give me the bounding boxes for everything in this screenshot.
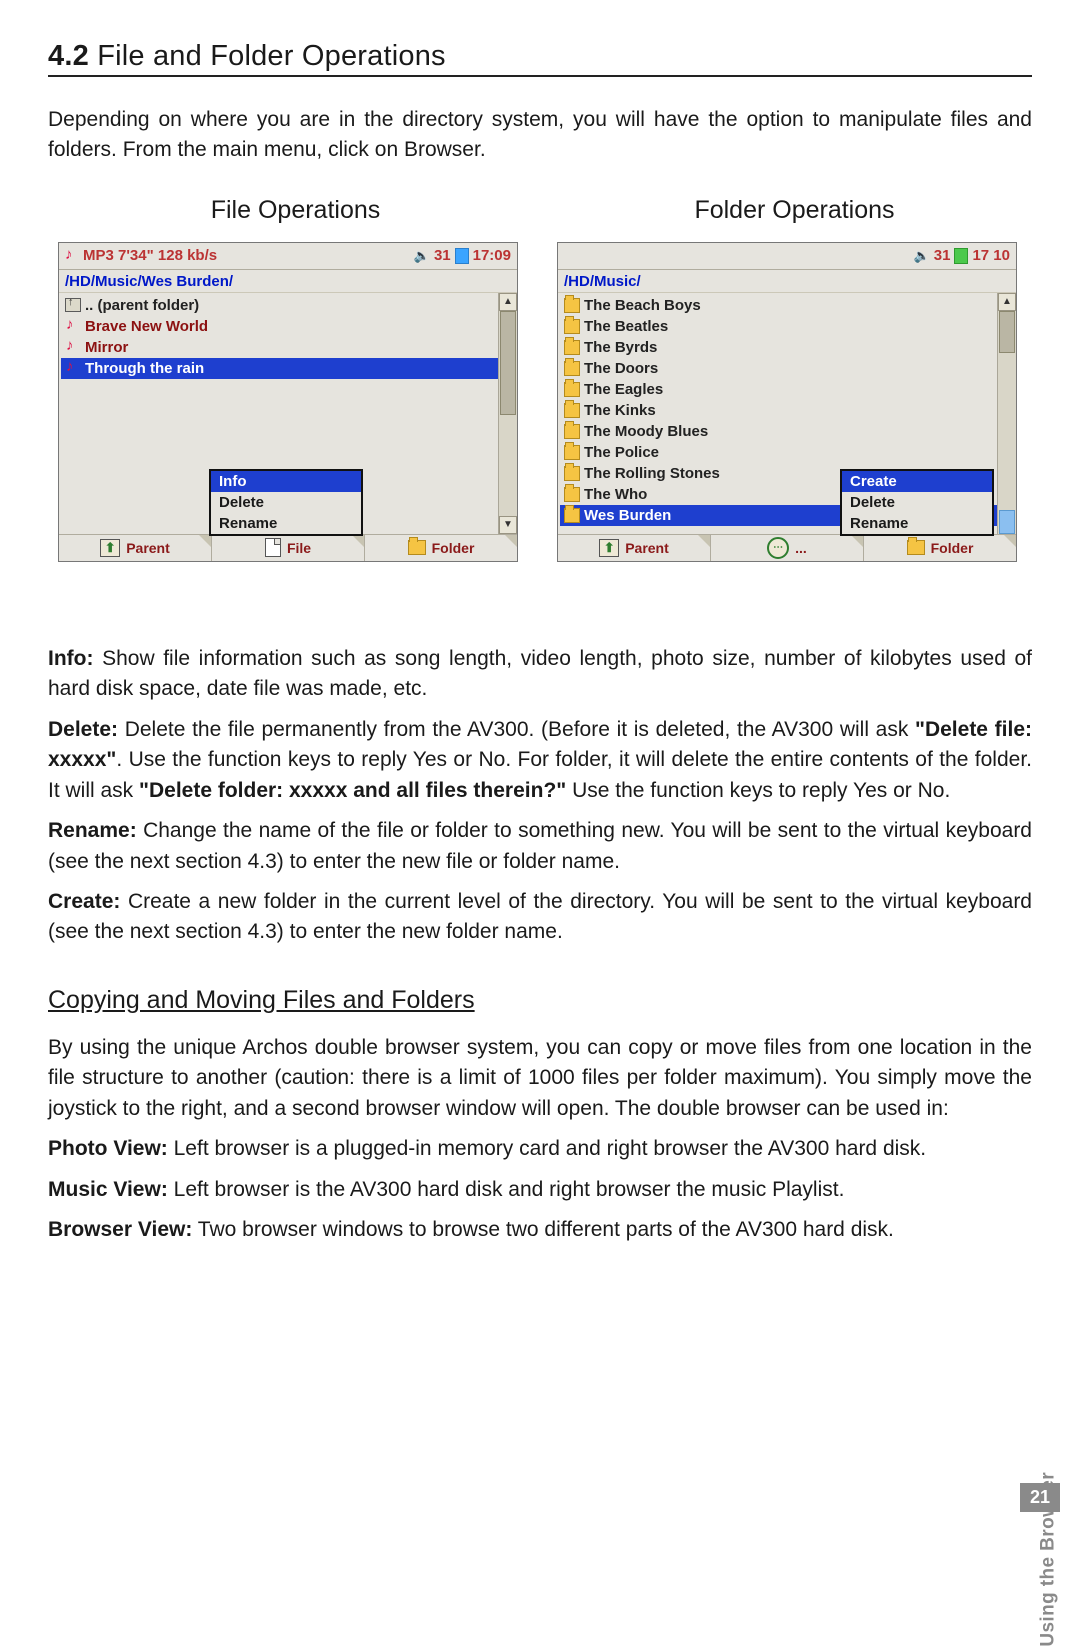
def-delete: Delete: Delete the file permanently from…	[48, 715, 1032, 806]
folder-icon	[564, 361, 580, 376]
music-note-icon	[66, 360, 80, 376]
list-item[interactable]: Mirror	[61, 337, 498, 358]
list-item[interactable]: The Byrds	[560, 337, 997, 358]
folder-icon	[564, 487, 580, 502]
copy-intro: By using the unique Archos double browse…	[48, 1033, 1032, 1124]
scrollbar[interactable]: ▲ ▼	[498, 293, 517, 534]
status-mp3-info: MP3 7'34" 128 kb/s	[83, 247, 217, 264]
scrollbar[interactable]: ▲	[997, 293, 1016, 534]
list-item[interactable]: Through the rain	[61, 358, 498, 379]
speaker-icon: 🔈	[914, 248, 930, 264]
menu-item[interactable]: Delete	[211, 492, 361, 513]
list-item-label: .. (parent folder)	[85, 297, 199, 314]
folder-icon	[564, 508, 580, 523]
battery-percent: 31	[934, 247, 951, 264]
list-item[interactable]: The Beach Boys	[560, 295, 997, 316]
parent-button[interactable]: ⬆ Parent	[59, 535, 212, 561]
folder-button[interactable]: Folder	[365, 535, 517, 561]
music-note-icon	[66, 339, 80, 355]
folder-icon	[564, 466, 580, 481]
folder-context-menu[interactable]: CreateDeleteRename	[840, 469, 994, 536]
list-item[interactable]: The Kinks	[560, 400, 997, 421]
scroll-up-icon[interactable]: ▲	[998, 293, 1016, 311]
folder-icon	[564, 340, 580, 355]
battery-icon	[455, 248, 469, 264]
music-note-icon	[65, 248, 79, 264]
menu-item[interactable]: Info	[211, 471, 361, 492]
list-item[interactable]: .. (parent folder)	[61, 295, 498, 316]
list-item-label: Through the rain	[85, 360, 204, 377]
file-ops-screenshot: MP3 7'34" 128 kb/s 🔈 31 17:09 /HD/Music/…	[58, 242, 518, 562]
folder-icon	[564, 298, 580, 313]
parent-folder-icon	[65, 298, 81, 312]
scroll-down-icon[interactable]: ▼	[499, 516, 517, 534]
def-rename: Rename: Change the name of the file or f…	[48, 816, 1032, 877]
menu-item[interactable]: Rename	[842, 513, 992, 534]
folder-button[interactable]: Folder	[864, 535, 1016, 561]
browser-view-line: Browser View: Two browser windows to bro…	[48, 1215, 1032, 1245]
parent-up-icon: ⬆	[599, 539, 619, 557]
menu-item[interactable]: Create	[842, 471, 992, 492]
list-item-label: The Rolling Stones	[584, 465, 720, 482]
speaker-icon: 🔈	[414, 248, 430, 264]
spin-icon: ⋯	[767, 537, 789, 559]
list-item[interactable]: Brave New World	[61, 316, 498, 337]
scroll-up-icon[interactable]: ▲	[499, 293, 517, 311]
status-clock: 17 10	[972, 247, 1010, 264]
folder-icon	[408, 540, 426, 555]
list-item-label: The Moody Blues	[584, 423, 708, 440]
list-item[interactable]: The Moody Blues	[560, 421, 997, 442]
parent-button[interactable]: ⬆ Parent	[558, 535, 711, 561]
file-context-menu[interactable]: InfoDeleteRename	[209, 469, 363, 536]
spin-button[interactable]: ⋯ ...	[711, 535, 864, 561]
folder-icon	[564, 445, 580, 460]
copy-move-heading: Copying and Moving Files and Folders	[48, 986, 1032, 1015]
list-item[interactable]: The Beatles	[560, 316, 997, 337]
list-item-label: The Beach Boys	[584, 297, 701, 314]
def-create: Create: Create a new folder in the curre…	[48, 887, 1032, 948]
def-info: Info: Show file information such as song…	[48, 644, 1032, 705]
list-item-label: Wes Burden	[584, 507, 671, 524]
list-item-label: The Doors	[584, 360, 658, 377]
battery-icon	[954, 248, 968, 264]
list-item-label: The Kinks	[584, 402, 656, 419]
list-item[interactable]: The Eagles	[560, 379, 997, 400]
section-heading: 4.2 File and Folder Operations	[48, 40, 1032, 77]
folder-icon	[564, 424, 580, 439]
list-item-label: The Beatles	[584, 318, 668, 335]
folder-ops-heading: Folder Operations	[557, 196, 1032, 228]
list-item-label: The Byrds	[584, 339, 657, 356]
folder-icon	[564, 403, 580, 418]
list-item[interactable]: The Police	[560, 442, 997, 463]
folder-icon	[907, 540, 925, 555]
file-button[interactable]: File	[212, 535, 365, 561]
path-bar: /HD/Music/	[558, 270, 1016, 293]
file-icon	[265, 538, 281, 557]
status-clock: 17:09	[473, 247, 511, 264]
list-item-label: The Who	[584, 486, 647, 503]
list-item[interactable]: The Doors	[560, 358, 997, 379]
parent-up-icon: ⬆	[100, 539, 120, 557]
music-view-line: Music View: Left browser is the AV300 ha…	[48, 1175, 1032, 1205]
folder-icon	[564, 382, 580, 397]
list-item-label: The Police	[584, 444, 659, 461]
list-item-label: Mirror	[85, 339, 128, 356]
folder-icon	[564, 319, 580, 334]
page-number-badge: 21	[1020, 1483, 1060, 1512]
menu-item[interactable]: Delete	[842, 492, 992, 513]
intro-paragraph: Depending on where you are in the direct…	[48, 105, 1032, 166]
music-note-icon	[66, 318, 80, 334]
folder-ops-screenshot: 🔈 31 17 10 /HD/Music/ The Beach Boys The …	[557, 242, 1017, 562]
list-item-label: Brave New World	[85, 318, 208, 335]
photo-view-line: Photo View: Left browser is a plugged-in…	[48, 1134, 1032, 1164]
file-ops-heading: File Operations	[58, 196, 533, 228]
path-bar: /HD/Music/Wes Burden/	[59, 270, 517, 293]
battery-percent: 31	[434, 247, 451, 264]
list-item-label: The Eagles	[584, 381, 663, 398]
menu-item[interactable]: Rename	[211, 513, 361, 534]
